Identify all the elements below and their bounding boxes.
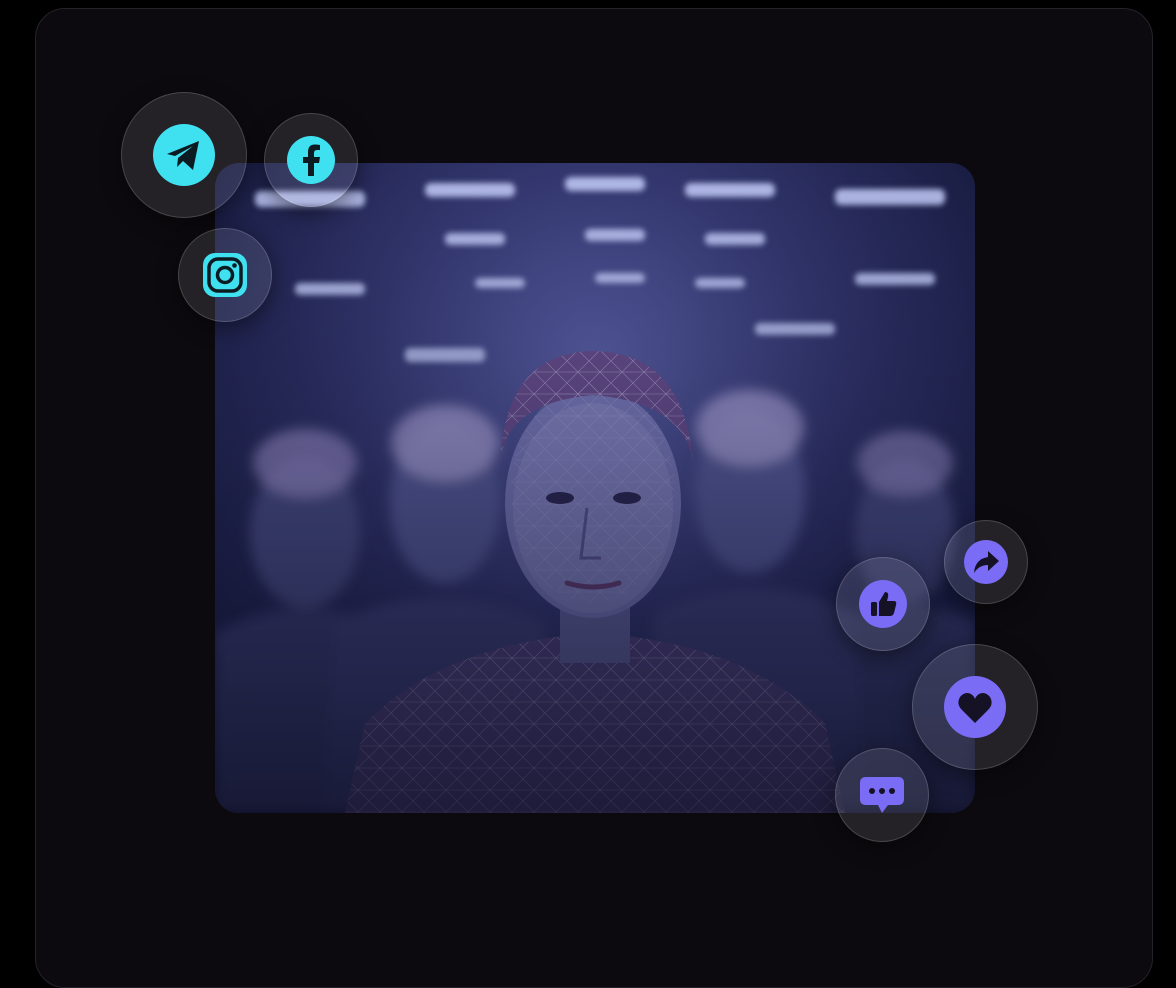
instagram-button[interactable]: [178, 228, 272, 322]
like-button[interactable]: [836, 557, 930, 651]
instagram-icon: [203, 253, 247, 297]
heart-button[interactable]: [912, 644, 1038, 770]
like-icon: [859, 580, 907, 628]
hero-image: [215, 163, 975, 813]
share-button[interactable]: [944, 520, 1028, 604]
heart-icon: [944, 676, 1006, 738]
comment-button[interactable]: [835, 748, 929, 842]
telegram-icon: [153, 124, 215, 186]
comment-icon: [860, 777, 904, 813]
facebook-icon: [287, 136, 335, 184]
facebook-button[interactable]: [264, 113, 358, 207]
share-icon: [964, 540, 1008, 584]
telegram-button[interactable]: [121, 92, 247, 218]
hero-illustration: [215, 163, 975, 813]
